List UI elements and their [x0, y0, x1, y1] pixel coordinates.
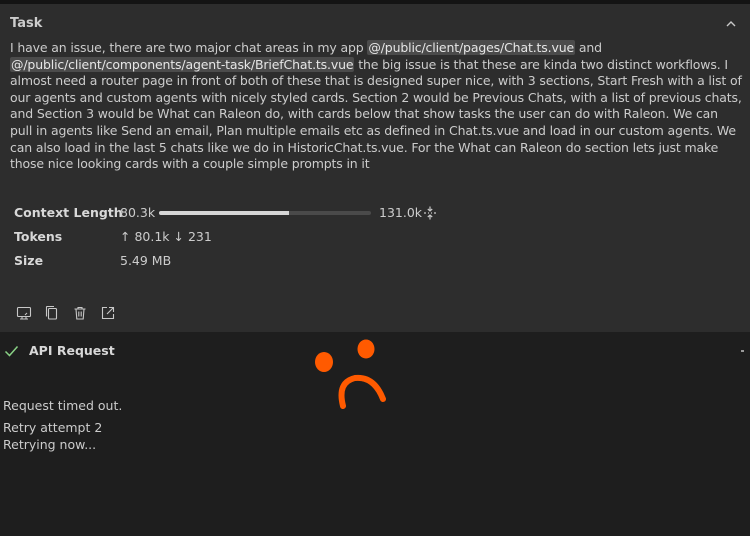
task-title: Task [10, 16, 43, 31]
condense-context-icon[interactable] [423, 206, 437, 220]
size-value: 5.49 MB [120, 253, 172, 268]
context-used-value: 80.3k [120, 205, 156, 220]
expand-indicator-icon[interactable] [741, 350, 744, 352]
task-description: I have an issue, there are two major cha… [10, 40, 743, 173]
task-text-part: the big issue is that these are kinda tw… [10, 56, 742, 172]
context-length-row: Context Length 80.3k 131.0k [14, 204, 714, 222]
checkmark-icon [4, 346, 19, 357]
file-mention-briefchat[interactable]: @/public/client/components/agent-task/Br… [10, 56, 355, 72]
tokens-row: Tokens ↑ 80.1k ↓ 231 [14, 228, 714, 246]
api-request-title: API Request [29, 343, 115, 358]
chevron-up-icon[interactable] [724, 17, 738, 31]
tokens-label: Tokens [14, 229, 63, 244]
file-mention-chat[interactable]: @/public/client/pages/Chat.ts.vue [367, 40, 576, 55]
size-label: Size [14, 253, 44, 268]
task-text-part: and [575, 40, 602, 55]
terminal-icon[interactable] [16, 305, 32, 321]
size-row: Size 5.49 MB [14, 252, 714, 270]
open-external-icon[interactable] [100, 305, 116, 321]
task-text-part: I have an issue, there are two major cha… [10, 40, 368, 55]
trash-icon[interactable] [72, 305, 88, 321]
context-length-label: Context Length [14, 205, 123, 220]
context-progress-fill [159, 211, 289, 215]
hand-drawn-sad-face-annotation [315, 339, 386, 409]
retry-attempt-message: Retry attempt 2 [3, 420, 103, 435]
copy-icon[interactable] [44, 305, 60, 321]
task-header[interactable]: Task [10, 16, 740, 34]
timeout-message: Request timed out. [3, 398, 123, 413]
context-progress-bar [159, 211, 371, 215]
tokens-value: ↑ 80.1k ↓ 231 [120, 229, 212, 244]
retrying-message: Retrying now... [3, 437, 97, 452]
context-max-value: 131.0k [379, 205, 423, 220]
task-panel: Task I have an issue, there are two majo… [0, 4, 750, 332]
